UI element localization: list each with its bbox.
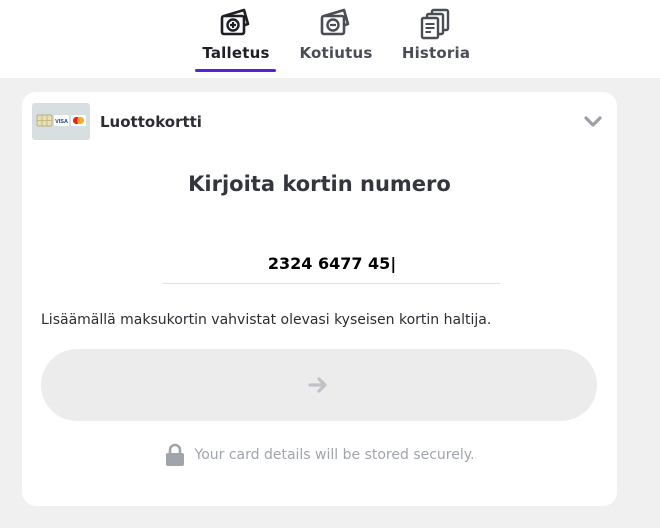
wallet-plus-icon xyxy=(220,8,250,36)
continue-button[interactable] xyxy=(41,349,597,421)
payment-method-selector[interactable]: VISA Luottokortti xyxy=(32,103,607,141)
svg-text:VISA: VISA xyxy=(55,119,68,125)
tab-label: Historia xyxy=(401,44,471,62)
tab-label: Kotiutus xyxy=(299,44,373,62)
secure-text: Your card details will be stored securel… xyxy=(194,447,475,463)
secure-storage-note: Your card details will be stored securel… xyxy=(22,443,617,467)
consent-text: Lisäämällä maksukortin vahvistat olevasi… xyxy=(41,312,492,328)
card-brands-icon: VISA xyxy=(36,114,86,127)
tab-historia[interactable]: Historia xyxy=(386,6,486,72)
card-number-heading: Kirjoita kortin numero xyxy=(188,172,451,196)
tab-label: Talletus xyxy=(202,44,270,62)
card-number-input[interactable] xyxy=(162,248,502,278)
top-navigation: Talletus Kotiutus Historia xyxy=(0,0,660,78)
input-underline xyxy=(162,283,500,284)
lock-icon xyxy=(165,443,184,466)
credit-card-logo: VISA xyxy=(32,103,90,140)
wallet-minus-icon xyxy=(320,8,350,36)
deposit-card: VISA Luottokortti Kirjoita kortin numero… xyxy=(22,92,617,506)
active-tab-indicator xyxy=(195,69,276,72)
payment-method-label: Luottokortti xyxy=(100,113,202,131)
chevron-down-icon[interactable] xyxy=(583,112,603,132)
history-pages-icon xyxy=(420,8,450,40)
arrow-right-icon xyxy=(308,377,327,393)
tab-talletus[interactable]: Talletus xyxy=(186,6,286,72)
tab-kotiutus[interactable]: Kotiutus xyxy=(286,6,386,72)
